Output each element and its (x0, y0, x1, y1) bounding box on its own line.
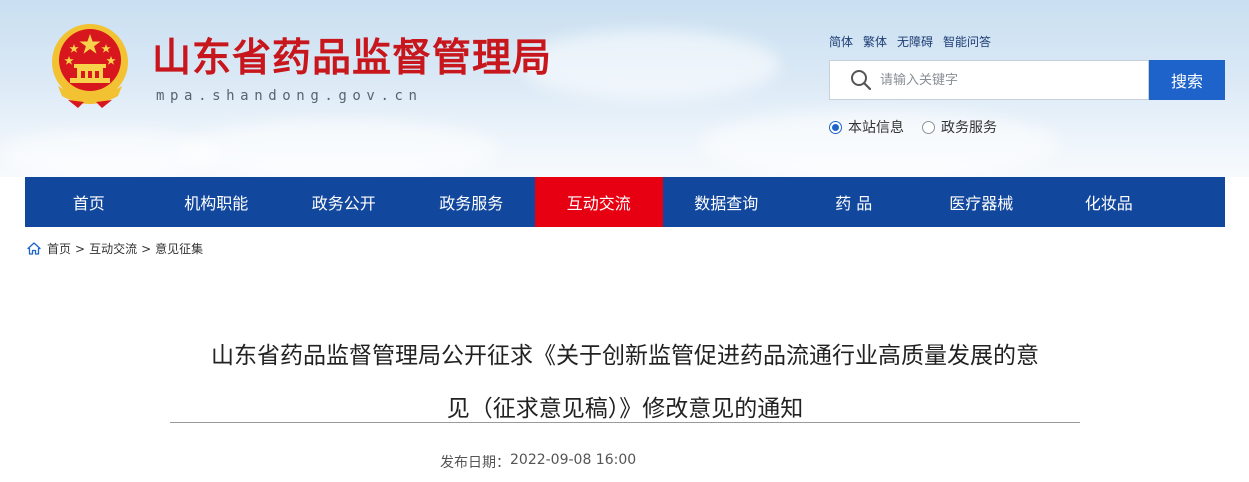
publish-date: 发布日期： 2022-09-08 16:00 (440, 452, 636, 472)
publish-date-value: 2022-09-08 16:00 (510, 452, 637, 468)
search-scope-radios: 本站信息 政务服务 (829, 117, 997, 137)
publish-date-label: 发布日期： (440, 455, 510, 471)
site-domain: mpa.shandong.gov.cn (156, 88, 423, 104)
article-title: 山东省药品监督管理局公开征求《关于创新监管促进药品流通行业高质量发展的意 见（征… (170, 330, 1080, 436)
national-emblem-icon (48, 20, 132, 110)
search-icon (850, 69, 872, 91)
search-input[interactable] (880, 65, 1130, 95)
nav-item-home[interactable]: 首页 (25, 177, 153, 227)
nav-item-data-query[interactable]: 数据查询 (663, 177, 791, 227)
article-title-line-2: 见（征求意见稿）》修改意见的通知 (446, 396, 804, 422)
nav-item-organization[interactable]: 机构职能 (153, 177, 281, 227)
link-accessibility[interactable]: 无障碍 (897, 33, 933, 50)
radio-dot-gov-service[interactable] (922, 120, 935, 134)
breadcrumb: 首页 > 互动交流 > 意见征集 (27, 240, 203, 257)
radio-gov-service[interactable]: 政务服务 (922, 117, 997, 137)
nav-item-medical-devices[interactable]: 医疗器械 (918, 177, 1046, 227)
search-button[interactable]: 搜索 (1149, 60, 1225, 100)
radio-label-site-info: 本站信息 (848, 120, 904, 136)
article-title-line-1: 山东省药品监督管理局公开征求《关于创新监管促进药品流通行业高质量发展的意 (211, 343, 1039, 369)
radio-label-gov-service: 政务服务 (941, 120, 997, 136)
title-divider (170, 422, 1080, 423)
main-nav: 首页 机构职能 政务公开 政务服务 互动交流 数据查询 药 品 医疗器械 化妆品 (25, 177, 1225, 227)
nav-item-gov-affairs-open[interactable]: 政务公开 (280, 177, 408, 227)
link-smart-qa[interactable]: 智能问答 (943, 33, 991, 50)
breadcrumb-opinion-collection[interactable]: 意见征集 (155, 240, 203, 257)
site-header: 山东省药品监督管理局 mpa.shandong.gov.cn 简体 繁体 无障碍… (0, 0, 1249, 177)
nav-item-drugs[interactable]: 药 品 (790, 177, 918, 227)
nav-item-interaction[interactable]: 互动交流 (535, 177, 663, 227)
breadcrumb-home[interactable]: 首页 (47, 240, 71, 257)
nav-item-gov-service[interactable]: 政务服务 (408, 177, 536, 227)
radio-site-info[interactable]: 本站信息 (829, 117, 904, 137)
link-traditional[interactable]: 繁体 (863, 33, 887, 50)
search-box (829, 60, 1149, 100)
breadcrumb-separator: > (141, 241, 152, 256)
breadcrumb-interaction[interactable]: 互动交流 (89, 240, 137, 257)
radio-dot-site-info[interactable] (829, 120, 842, 134)
nav-item-cosmetics[interactable]: 化妆品 (1045, 177, 1173, 227)
home-icon (27, 242, 41, 255)
breadcrumb-separator: > (75, 241, 86, 256)
link-simplified[interactable]: 简体 (829, 33, 853, 50)
site-title: 山东省药品监督管理局 (152, 36, 553, 81)
top-links: 简体 繁体 无障碍 智能问答 (829, 33, 991, 50)
page: 山东省药品监督管理局 mpa.shandong.gov.cn 简体 繁体 无障碍… (0, 0, 1249, 482)
